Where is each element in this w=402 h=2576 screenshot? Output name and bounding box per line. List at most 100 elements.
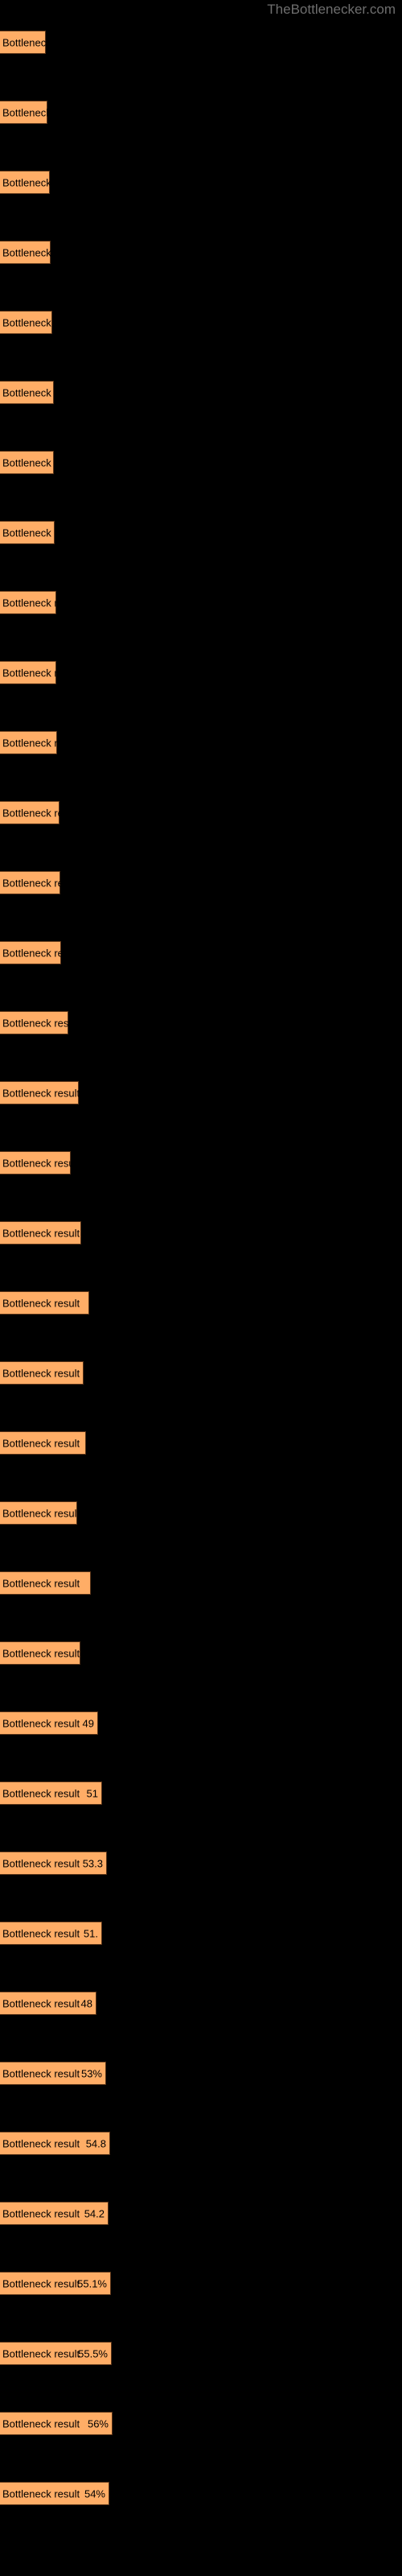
chart-row: Bottleneck result (0, 1630, 402, 1700)
bar[interactable]: Bottleneck result (0, 311, 80, 334)
bar[interactable]: Bottleneck result (0, 1501, 80, 1525)
bar-value: 54.2 (84, 2207, 105, 2219)
bar[interactable]: Bottleneck result (0, 661, 80, 684)
bar-label: Bottleneck result (2, 176, 80, 188)
chart-row: Bottleneck result 54% (0, 2471, 402, 2541)
site-watermark: TheBottlenecker.com (267, 2, 396, 17)
bar[interactable]: Bottleneck result 54.2 (0, 2202, 109, 2225)
bar[interactable]: Bottleneck result 49 (0, 1711, 98, 1735)
chart-row: Bottleneck result 54.2 (0, 2190, 402, 2260)
chart-row: Bottleneck result (0, 1280, 402, 1350)
bar[interactable]: Bottleneck result (0, 801, 80, 824)
bar-label: Bottleneck result (2, 456, 80, 469)
chart-row: Bottleneck result (0, 510, 402, 580)
bar-label: Bottleneck result (2, 2487, 80, 2500)
chart-row: Bottleneck result (0, 159, 402, 229)
bar[interactable]: Bottleneck result (0, 31, 80, 54)
bottleneck-bar-chart: Bottleneck result Bottleneck result Bottle… (0, 19, 402, 2541)
bar[interactable]: Bottleneck result (0, 1431, 86, 1455)
chart-row: Bottleneck result 53.3 (0, 1840, 402, 1910)
bar[interactable]: Bottleneck result 53.3 (0, 1852, 107, 1875)
bar[interactable]: Bottleneck result (0, 101, 80, 124)
bar-value: 55.1% (77, 2277, 107, 2289)
bar[interactable]: Bottleneck result (0, 1641, 80, 1665)
bar-value: 53.3 (82, 1857, 103, 1869)
chart-row: Bottleneck result (0, 369, 402, 440)
bar[interactable]: Bottleneck result 51. (0, 1922, 102, 1945)
chart-row: Bottleneck result (0, 650, 402, 720)
chart-row: Bottleneck result (0, 1000, 402, 1070)
bar[interactable]: Bottleneck result 55.1% (0, 2272, 111, 2295)
chart-row: Bottleneck result (0, 1350, 402, 1420)
bar-value: 56% (87, 2417, 109, 2429)
bar-label: Bottleneck result (2, 807, 80, 819)
chart-row: Bottleneck result (0, 1560, 402, 1630)
bar-label: Bottleneck result (2, 1997, 80, 2009)
bar[interactable]: Bottleneck result (0, 171, 80, 194)
bar-label: Bottleneck result (2, 1367, 80, 1379)
chart-row: Bottleneck result (0, 1490, 402, 1560)
bar[interactable]: Bottleneck result 54.8 (0, 2132, 110, 2155)
bar[interactable]: Bottleneck result (0, 241, 80, 264)
bar[interactable]: Bottleneck result (0, 1291, 89, 1315)
bar[interactable]: Bottleneck result (0, 1361, 84, 1385)
bar-value: 54% (84, 2487, 105, 2500)
bar-label: Bottleneck result (2, 2347, 80, 2359)
bar-value: 51. (83, 1927, 98, 1939)
bar-label: Bottleneck result (2, 667, 80, 679)
bar[interactable]: Bottleneck result (0, 871, 80, 894)
bar-label: Bottleneck result (2, 1717, 80, 1729)
chart-row: Bottleneck result (0, 440, 402, 510)
bar-value: 48 (80, 1997, 92, 2009)
bar[interactable]: Bottleneck result (0, 731, 80, 754)
bar-label: Bottleneck result (2, 1437, 80, 1449)
bar-value: 55.5% (78, 2347, 108, 2359)
bar[interactable]: Bottleneck result (0, 521, 80, 544)
bar-label: Bottleneck result (2, 1087, 80, 1099)
bar[interactable]: Bottleneck result (0, 1571, 91, 1595)
bar-label: Bottleneck result (2, 877, 80, 889)
bar[interactable]: Bottleneck result 53% (0, 2062, 106, 2085)
chart-row: Bottleneck result (0, 1420, 402, 1490)
bar-label: Bottleneck result (2, 737, 80, 749)
chart-row: Bottleneck result 54.8 (0, 2120, 402, 2190)
bar[interactable]: Bottleneck result (0, 451, 80, 474)
chart-row: Bottleneck result (0, 89, 402, 159)
bar[interactable]: Bottleneck result 51 (0, 1781, 102, 1805)
bar[interactable]: Bottleneck result (0, 1081, 80, 1104)
chart-row: Bottleneck result (0, 790, 402, 860)
chart-row: Bottleneck result (0, 720, 402, 790)
bar-label: Bottleneck result (2, 1227, 80, 1239)
chart-row: Bottleneck result (0, 860, 402, 930)
bar[interactable]: Bottleneck result 56% (0, 2412, 113, 2435)
bar-label: Bottleneck result (2, 1507, 80, 1519)
bar[interactable]: Bottleneck result (0, 1151, 80, 1174)
chart-row: Bottleneck result 55.1% (0, 2260, 402, 2330)
bar[interactable]: Bottleneck result (0, 1011, 80, 1034)
bar-label: Bottleneck result (2, 1017, 80, 1029)
chart-row: Bottleneck result 51. (0, 1910, 402, 1980)
bar-value: 51 (86, 1787, 98, 1799)
bar[interactable]: Bottleneck result 55.5% (0, 2342, 112, 2365)
bar-label: Bottleneck result (2, 246, 80, 258)
bar[interactable]: Bottleneck result (0, 1221, 81, 1245)
chart-row: Bottleneck result (0, 1070, 402, 1140)
bar[interactable]: Bottleneck result (0, 941, 80, 964)
bar-label: Bottleneck result (2, 36, 80, 48)
bar[interactable]: Bottleneck result 48 (0, 1992, 96, 2015)
bar-label: Bottleneck result (2, 2277, 80, 2289)
bar-label: Bottleneck result (2, 1297, 80, 1309)
bar-label: Bottleneck result (2, 1577, 80, 1589)
bar-label: Bottleneck result (2, 1157, 80, 1169)
bar-label: Bottleneck result (2, 106, 80, 118)
bar[interactable]: Bottleneck result (0, 591, 80, 614)
bar-label: Bottleneck result (2, 2417, 80, 2429)
bar[interactable]: Bottleneck result 54% (0, 2482, 109, 2505)
bar[interactable]: Bottleneck result (0, 381, 80, 404)
bar-value: 53% (80, 2067, 102, 2079)
bar-label: Bottleneck result (2, 386, 80, 398)
bar-label: Bottleneck result (2, 2137, 80, 2149)
bar-label: Bottleneck result (2, 1927, 80, 1939)
bar-value: 49 (82, 1717, 94, 1729)
chart-row: Bottleneck result 51 (0, 1770, 402, 1840)
